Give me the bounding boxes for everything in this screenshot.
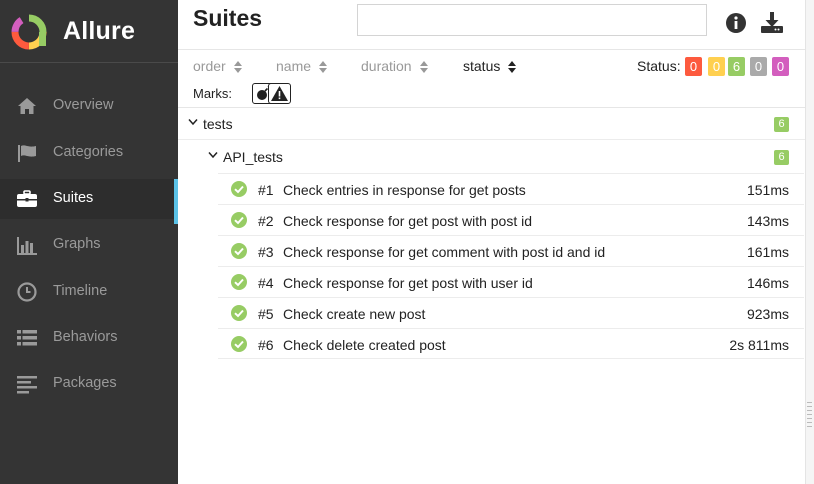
brand[interactable]: Allure xyxy=(0,0,178,63)
test-name: Check response for get post with user id xyxy=(283,275,533,291)
test-duration: 923ms xyxy=(746,306,789,322)
page-title: Suites xyxy=(193,5,263,31)
test-name: Check create new post xyxy=(283,306,426,322)
test-name: Check delete created post xyxy=(283,337,446,353)
test-duration: 2s 811ms xyxy=(729,337,789,353)
sidebar-item-label: Timeline xyxy=(53,283,108,299)
test-row[interactable]: #1 Check entries in response for get pos… xyxy=(218,173,804,204)
suite-row-api-tests[interactable]: API_tests 6 xyxy=(178,141,805,172)
test-number: #5 xyxy=(258,306,274,322)
test-row[interactable]: #5 Check create new post 923ms xyxy=(218,297,804,328)
row-divider xyxy=(178,139,805,140)
sort-duration[interactable]: duration xyxy=(361,58,428,74)
status-filter-label: Status: xyxy=(637,58,681,74)
test-number: #4 xyxy=(258,275,274,291)
sidebar-item-label: Suites xyxy=(53,190,94,206)
list-icon xyxy=(17,330,37,346)
test-number: #3 xyxy=(258,244,274,260)
sidebar-item-timeline[interactable]: Timeline xyxy=(0,272,178,312)
chevron-down-icon xyxy=(188,119,198,126)
sort-order[interactable]: order xyxy=(193,58,242,74)
passed-check-icon xyxy=(231,243,247,259)
sidebar-item-graphs[interactable]: Graphs xyxy=(0,225,178,265)
test-row[interactable]: #6 Check delete created post 2s 811ms xyxy=(218,328,804,359)
download-icon[interactable] xyxy=(760,11,784,35)
test-duration: 146ms xyxy=(746,275,789,291)
test-duration: 161ms xyxy=(746,244,789,260)
test-duration: 151ms xyxy=(746,182,789,198)
passed-check-icon xyxy=(231,212,247,228)
sidebar-item-packages[interactable]: Packages xyxy=(0,364,178,404)
sidebar-item-label: Categories xyxy=(53,144,124,160)
sidebar-item-categories[interactable]: Categories xyxy=(0,133,178,173)
passed-check-icon xyxy=(231,274,247,290)
sidebar-item-label: Behaviors xyxy=(53,329,118,345)
passed-check-icon xyxy=(231,305,247,321)
suite-row-tests[interactable]: tests 6 xyxy=(178,108,805,139)
passed-check-icon xyxy=(231,336,247,352)
marks-label: Marks: xyxy=(193,86,232,101)
test-number: #6 xyxy=(258,337,274,353)
sort-arrows-icon xyxy=(319,61,328,74)
bar-chart-icon xyxy=(17,237,37,255)
passed-check-icon xyxy=(231,181,247,197)
test-duration: 143ms xyxy=(746,213,789,229)
test-name: Check entries in response for get posts xyxy=(283,182,526,198)
test-row[interactable]: #3 Check response for get comment with p… xyxy=(218,235,804,266)
sort-arrows-icon xyxy=(508,61,517,74)
warning-icon xyxy=(271,86,288,101)
sort-arrows-icon xyxy=(233,61,242,74)
app-name: Allure xyxy=(63,17,136,45)
align-left-icon xyxy=(17,376,37,394)
suite-name: tests xyxy=(203,116,233,132)
sort-status[interactable]: status xyxy=(463,58,517,74)
search-input[interactable] xyxy=(357,4,707,36)
status-failed-toggle[interactable]: 0 xyxy=(685,57,702,76)
test-number: #2 xyxy=(258,213,274,229)
status-unknown-toggle[interactable]: 0 xyxy=(772,57,789,76)
header-divider xyxy=(178,49,805,50)
sidebar-item-overview[interactable]: Overview xyxy=(0,86,178,126)
test-name: Check response for get post with post id xyxy=(283,213,533,229)
sort-label: order xyxy=(193,58,226,74)
home-icon xyxy=(18,98,36,114)
chevron-down-icon xyxy=(208,152,218,159)
main-panel: Suites order name duration status Status… xyxy=(178,0,805,484)
clock-icon xyxy=(17,282,37,302)
briefcase-icon xyxy=(17,190,37,207)
passed-count-badge: 6 xyxy=(774,117,789,132)
sidebar-item-label: Graphs xyxy=(53,236,101,252)
test-row[interactable]: #4 Check response for get post with user… xyxy=(218,266,804,297)
status-broken-toggle[interactable]: 0 xyxy=(708,57,725,76)
sidebar: Allure Overview Categories Suites Graphs… xyxy=(0,0,178,484)
sidebar-item-label: Overview xyxy=(53,97,114,113)
sort-label: status xyxy=(463,58,501,74)
allure-logo xyxy=(11,14,47,50)
info-icon[interactable] xyxy=(724,11,748,35)
sort-label: name xyxy=(276,58,312,74)
sort-name[interactable]: name xyxy=(276,58,328,74)
test-name: Check response for get comment with post… xyxy=(283,244,606,260)
sidebar-item-behaviors[interactable]: Behaviors xyxy=(0,318,178,358)
splitter-grip-icon[interactable] xyxy=(806,400,813,430)
new-failed-mark-toggle[interactable] xyxy=(268,83,291,104)
sidebar-item-suites[interactable]: Suites xyxy=(0,179,178,224)
flag-icon xyxy=(18,145,36,162)
test-number: #1 xyxy=(258,182,274,198)
status-passed-toggle[interactable]: 6 xyxy=(728,57,745,76)
test-row[interactable]: #2 Check response for get post with post… xyxy=(218,204,804,235)
suite-name: API_tests xyxy=(223,149,283,165)
status-skipped-toggle[interactable]: 0 xyxy=(750,57,767,76)
sort-arrows-icon xyxy=(419,61,428,74)
sidebar-item-label: Packages xyxy=(53,375,117,391)
passed-count-badge: 6 xyxy=(774,150,789,165)
sort-label: duration xyxy=(361,58,412,74)
